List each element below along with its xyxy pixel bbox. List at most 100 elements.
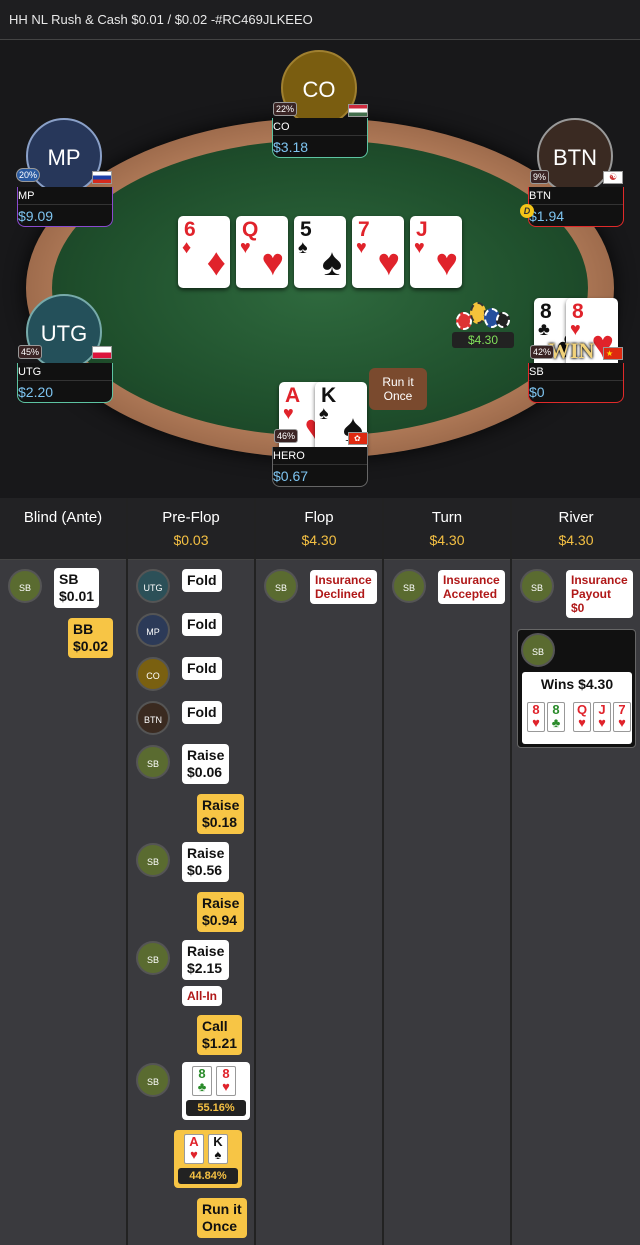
mini-card: 8 ♣ (547, 702, 565, 732)
action-insurance-accepted: Insurance Accepted (438, 570, 505, 604)
pct-sb: 42% (530, 345, 555, 359)
card-suit-icon: ♣ (538, 319, 550, 339)
badge-sb: SB (264, 569, 298, 603)
card-suit-icon: ♥ (435, 242, 458, 284)
equity-percent: 55.16% (186, 1100, 246, 1116)
seat-plate-hero[interactable]: HERO $0.67 (272, 447, 368, 487)
playing-card: 5 ♠ ♠ (294, 216, 346, 288)
avatar-mp[interactable]: MP (26, 118, 102, 194)
card-suit-icon: ♣ (197, 1079, 207, 1094)
mini-card: 8 ♣ (192, 1066, 212, 1096)
seat-plate-sb[interactable]: SB $0 (528, 363, 624, 403)
seat-name-sb: SB (529, 363, 623, 381)
card-suit-icon: ♠ (298, 237, 308, 257)
seat-stack-co: $3.18 (273, 139, 309, 155)
pct-hero: 46% (274, 429, 299, 443)
mini-card: 8 ♥ (527, 702, 545, 732)
card-suit-icon: ♠ (321, 242, 342, 284)
action-insurance-declined: Insurance Declined (310, 570, 377, 604)
card-suit-icon: ♥ (222, 1079, 230, 1094)
win-label: WIN (548, 338, 595, 363)
column-title: River (558, 509, 594, 526)
badge-btn: BTN (136, 701, 170, 735)
action-raise: Raise $0.18 (197, 794, 245, 834)
action-bb-blind: BB $0.02 (68, 618, 114, 658)
action-mp-fold: Fold (182, 613, 222, 636)
chip-stack-icon (456, 298, 512, 332)
action-utg-fold: Fold (182, 569, 222, 592)
column-flop: Flop $4.30 (256, 498, 384, 1245)
pct-btn: 9% (530, 170, 550, 184)
column-pot: $0.03 (173, 532, 209, 548)
card-suit-icon: ♠ (319, 403, 329, 423)
action-sb-blind: SB $0.01 (54, 568, 100, 608)
card-suit-icon: ♥ (414, 237, 425, 257)
mini-card: J ♥ (593, 702, 611, 732)
action-btn-fold: Fold (182, 701, 222, 724)
run-it-once-bubble[interactable]: Run it Once (369, 368, 427, 410)
seat-plate-co[interactable]: CO $3.18 (272, 118, 368, 158)
card-suit-icon: ♣ (551, 715, 561, 730)
equity-card-sb: 8 ♣ 8 ♥ 55.16% (182, 1062, 250, 1120)
card-suit-icon: ♥ (570, 319, 581, 339)
flag-poland-icon (92, 346, 112, 359)
badge-sb: SB (521, 633, 555, 667)
badge-mp: MP (136, 613, 170, 647)
column-pot: $4.30 (558, 532, 594, 548)
seat-plate-utg[interactable]: UTG $2.20 (17, 363, 113, 403)
winner-panel: SB Wins $4.30 8 ♥ 8 ♣ Q ♥ J ♥ 7 ♥ (517, 629, 636, 748)
seat-stack-sb: $0 (529, 384, 545, 400)
badge-sb: SB (136, 745, 170, 779)
wins-label: Wins $4.30 (540, 676, 614, 692)
card-suit-icon: ♥ (190, 1147, 198, 1162)
seat-stack-hero: $0.67 (273, 468, 309, 484)
mini-card: K ♠ (208, 1134, 228, 1164)
flag-russia-icon (92, 171, 112, 184)
seat-name-btn: BTN (529, 187, 623, 205)
mini-card: 7 ♥ (613, 702, 631, 732)
column-pot: $4.30 (429, 532, 465, 548)
card-suit-icon: ♥ (598, 715, 606, 730)
seat-plate-btn[interactable]: BTN $1.94 (528, 187, 624, 227)
action-raise: Raise $2.15 (182, 940, 230, 980)
mini-card: Q ♥ (573, 702, 591, 732)
seat-stack-mp: $9.09 (18, 208, 54, 224)
seat-name-mp: MP (18, 187, 112, 205)
action-co-fold: Fold (182, 657, 222, 680)
badge-sb: SB (392, 569, 426, 603)
action-raise: Raise $0.56 (182, 842, 230, 882)
column-pot: $4.30 (301, 532, 337, 548)
card-suit-icon: ♥ (532, 715, 540, 730)
pot-amount: $4.30 (452, 332, 514, 348)
equity-card-hero: A ♥ K ♠ 44.84% (174, 1130, 242, 1188)
seat-name-co: CO (273, 118, 367, 136)
card-suit-icon: ♥ (377, 242, 400, 284)
card-suit-icon: ♠ (214, 1147, 222, 1162)
seat-stack-utg: $2.20 (18, 384, 54, 400)
flag-hungary-icon (348, 104, 368, 117)
seat-stack-btn: $1.94 (529, 208, 565, 224)
column-title: Pre-Flop (162, 509, 220, 526)
seat-plate-mp[interactable]: MP $9.09 (17, 187, 113, 227)
flag-hongkong-icon: ✿ (348, 432, 368, 445)
column-title: Flop (304, 509, 334, 526)
card-suit-icon: ♦ (206, 242, 226, 284)
action-raise: Raise $0.06 (182, 744, 230, 784)
hand-history-app: HH NL Rush & Cash $0.01 / $0.02 -#RC469J… (0, 0, 640, 1245)
pct-utg: 45% (18, 345, 43, 359)
action-call: Call $1.21 (197, 1015, 243, 1055)
badge-co: CO (136, 657, 170, 691)
flag-korea-icon: ☯ (603, 171, 623, 184)
flag-china-icon: ★ (603, 347, 623, 360)
card-suit-icon: ♥ (356, 237, 367, 257)
dealer-button-icon: D (520, 204, 534, 218)
column-blind: Blind (Ante) (0, 498, 128, 1245)
card-suit-icon: ♥ (618, 715, 626, 730)
mini-card: A ♥ (184, 1134, 204, 1164)
pct-co: 22% (273, 102, 298, 116)
badge-sb: SB (136, 941, 170, 975)
card-suit-icon: ♥ (283, 403, 294, 423)
column-title: Blind (Ante) (23, 509, 103, 526)
card-suit-icon: ♦ (182, 237, 192, 257)
action-history: Blind (Ante) Pre-Flop $0.03 Flop $4.30 Tur… (0, 498, 640, 1245)
